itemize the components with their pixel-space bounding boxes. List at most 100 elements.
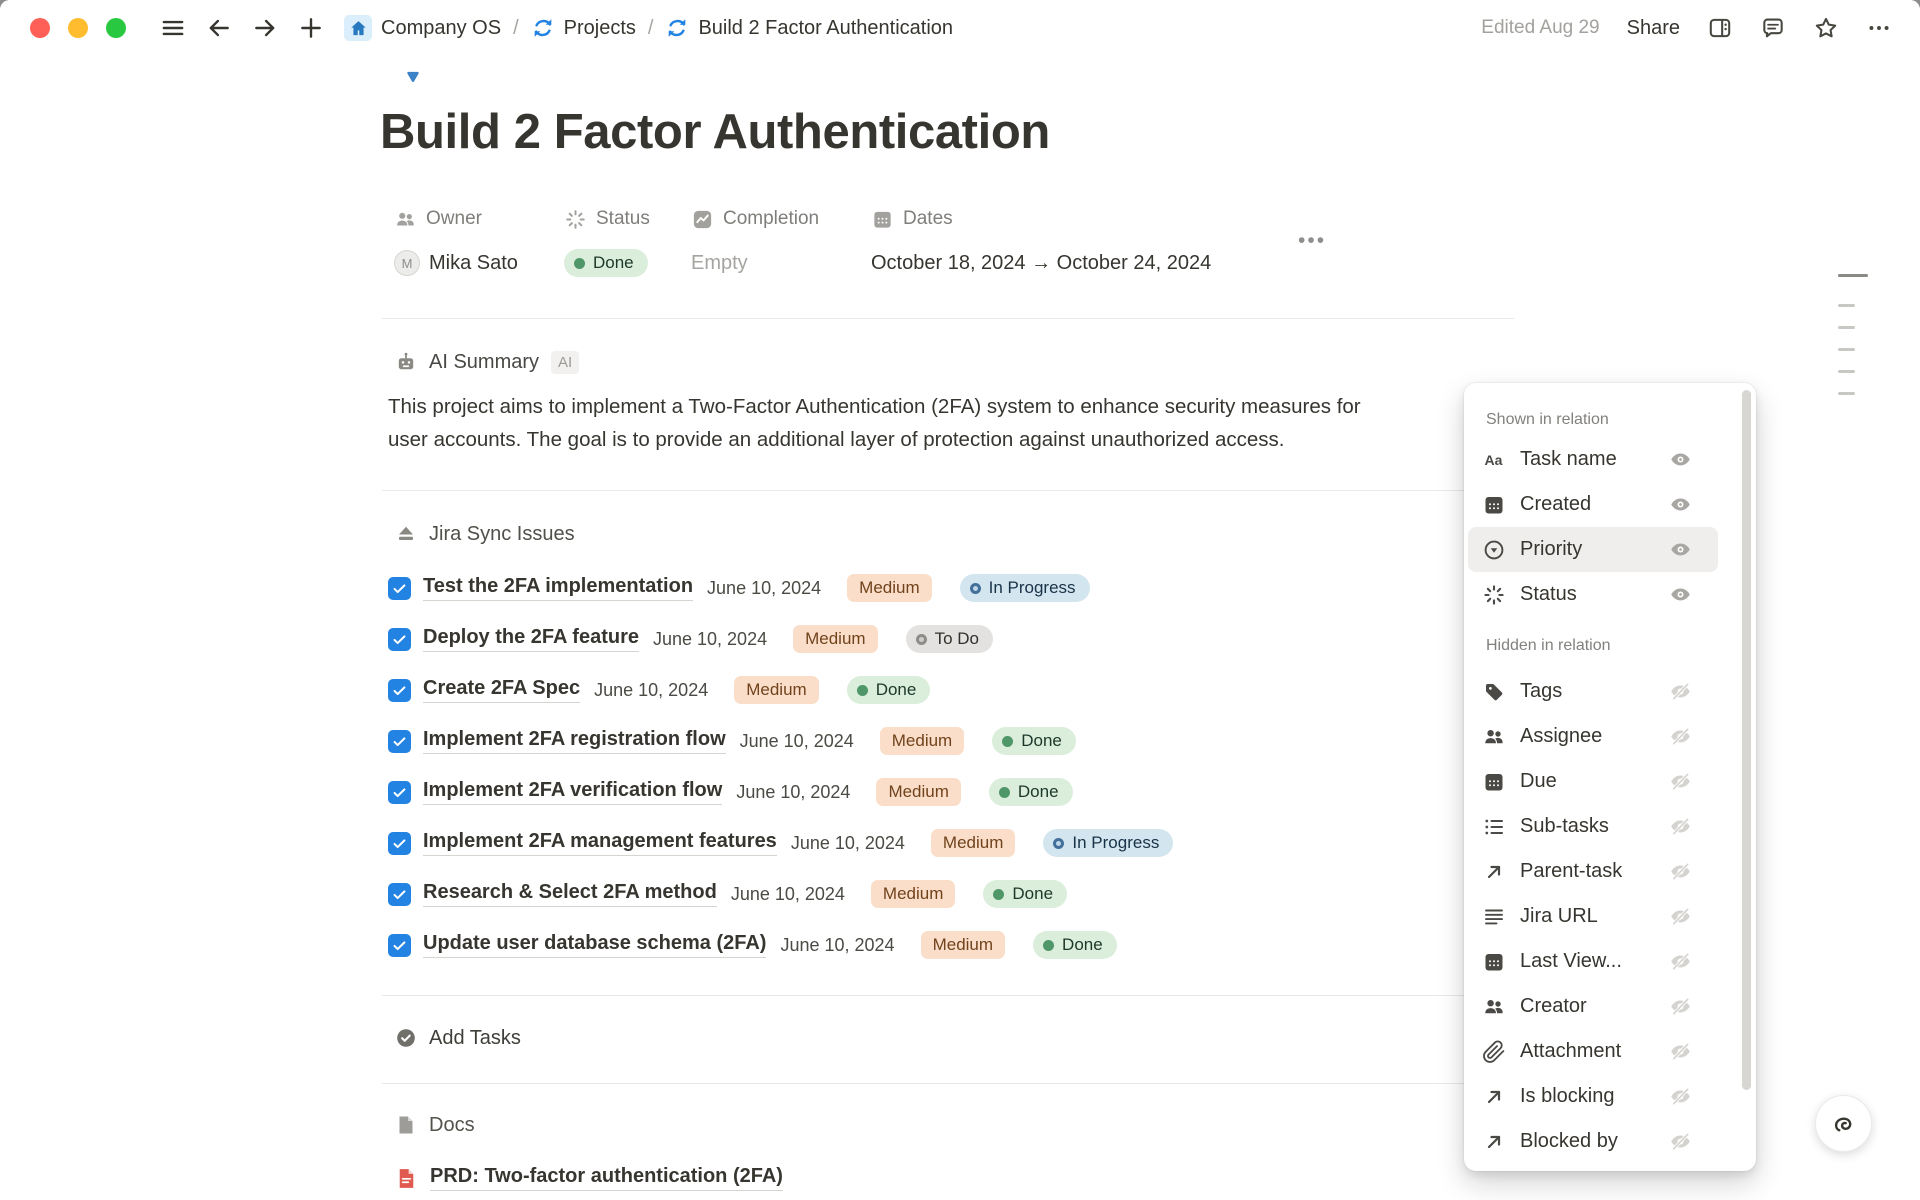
eye-icon[interactable] xyxy=(1669,583,1692,606)
task-date: June 10, 2024 xyxy=(740,731,854,752)
calendar-icon xyxy=(871,208,894,231)
eye-off-icon[interactable] xyxy=(1669,1085,1692,1108)
property-menu-item[interactable]: Is blocking xyxy=(1468,1074,1718,1119)
property-dates[interactable]: Dates xyxy=(871,205,1211,233)
property-owner-value[interactable]: MMika Sato xyxy=(394,246,564,280)
task-name-link[interactable]: Implement 2FA registration flow xyxy=(423,728,726,754)
task-name-link[interactable]: Implement 2FA management features xyxy=(423,830,777,856)
close-window-button[interactable] xyxy=(30,18,50,38)
back-button[interactable] xyxy=(206,15,232,41)
side-panel-icon[interactable] xyxy=(1707,15,1733,41)
property-menu-item[interactable]: Creator xyxy=(1468,984,1718,1029)
property-menu-item[interactable]: Assignee xyxy=(1468,714,1718,759)
eye-off-icon[interactable] xyxy=(1669,770,1692,793)
eye-off-icon[interactable] xyxy=(1669,950,1692,973)
sidebar-menu-button[interactable] xyxy=(160,15,186,41)
breadcrumb-label: Build 2 Factor Authentication xyxy=(698,17,953,40)
eject-icon xyxy=(394,522,418,546)
property-menu-label: Tags xyxy=(1520,680,1669,703)
property-menu-item[interactable]: Priority xyxy=(1468,527,1718,572)
minimize-window-button[interactable] xyxy=(68,18,88,38)
eye-off-icon[interactable] xyxy=(1669,1130,1692,1153)
eye-icon[interactable] xyxy=(1669,538,1692,561)
property-dates-value[interactable]: October 18, 2024 → October 24, 2024 xyxy=(871,246,1211,280)
share-button[interactable]: Share xyxy=(1627,17,1680,40)
property-menu-label: Jira URL xyxy=(1520,905,1669,928)
status-dot xyxy=(857,685,868,696)
task-name-link[interactable]: Implement 2FA verification flow xyxy=(423,779,722,805)
forward-button[interactable] xyxy=(252,15,278,41)
page-title: Build 2 Factor Authentication xyxy=(380,104,1050,160)
property-menu-item[interactable]: Parent-task xyxy=(1468,849,1718,894)
property-menu-item[interactable]: Task name xyxy=(1468,437,1718,482)
property-menu-item[interactable]: Tags xyxy=(1468,669,1718,714)
property-owner[interactable]: Owner xyxy=(394,205,564,233)
popover-scrollbar[interactable] xyxy=(1742,390,1751,1090)
task-checkbox[interactable] xyxy=(388,577,411,600)
task-date: June 10, 2024 xyxy=(791,833,905,854)
task-name-link[interactable]: Create 2FA Spec xyxy=(423,677,580,703)
divider xyxy=(382,318,1514,319)
status-dot xyxy=(993,889,1004,900)
task-row: Implement 2FA management features June 1… xyxy=(388,829,1514,857)
eye-off-icon[interactable] xyxy=(1669,860,1692,883)
property-menu-item[interactable]: Jira URL xyxy=(1468,894,1718,939)
new-page-button[interactable] xyxy=(298,15,324,41)
doc-link[interactable]: PRD: Two-factor authentication (2FA) xyxy=(430,1165,783,1191)
properties-more-button[interactable]: ••• xyxy=(1298,228,1326,254)
property-menu-label: Blocked by xyxy=(1520,1130,1669,1153)
property-menu-item[interactable]: Due xyxy=(1468,759,1718,804)
task-name-link[interactable]: Update user database schema (2FA) xyxy=(423,932,766,958)
add-tasks-button[interactable]: Add Tasks xyxy=(394,1022,521,1054)
check-circle-icon xyxy=(394,1026,418,1050)
eye-off-icon[interactable] xyxy=(1669,725,1692,748)
task-name-link[interactable]: Deploy the 2FA feature xyxy=(423,626,639,652)
eye-off-icon[interactable] xyxy=(1669,995,1692,1018)
chart-icon xyxy=(691,208,714,231)
favorite-star-icon[interactable] xyxy=(1813,15,1839,41)
status-dot xyxy=(574,258,585,269)
page-outline-indicator[interactable] xyxy=(1838,274,1868,414)
check-icon xyxy=(391,835,408,852)
task-name-link[interactable]: Research & Select 2FA method xyxy=(423,881,717,907)
property-status-value[interactable]: Done xyxy=(564,246,691,280)
page-icon xyxy=(394,1113,418,1137)
breadcrumb-label: Projects xyxy=(564,17,636,40)
task-checkbox[interactable] xyxy=(388,934,411,957)
sync-icon xyxy=(665,16,689,40)
property-menu-item[interactable]: Attachment xyxy=(1468,1029,1718,1074)
breadcrumb-separator: / xyxy=(648,17,654,40)
property-menu-item[interactable]: Sub-tasks xyxy=(1468,804,1718,849)
eye-icon[interactable] xyxy=(1669,493,1692,516)
ai-assistant-button[interactable] xyxy=(1815,1095,1872,1152)
comments-icon[interactable] xyxy=(1760,15,1786,41)
property-menu-item[interactable]: Last View... xyxy=(1468,939,1718,984)
property-menu-item[interactable] xyxy=(1468,1164,1718,1171)
property-menu-item[interactable]: Created xyxy=(1468,482,1718,527)
task-name-link[interactable]: Test the 2FA implementation xyxy=(423,575,693,601)
eye-off-icon[interactable] xyxy=(1669,815,1692,838)
property-menu-label: Created xyxy=(1520,493,1669,516)
eye-off-icon[interactable] xyxy=(1669,1040,1692,1063)
breadcrumb-item[interactable]: Build 2 Factor Authentication xyxy=(665,16,977,40)
property-menu-item[interactable]: Blocked by xyxy=(1468,1119,1718,1164)
property-completion-value[interactable]: Empty xyxy=(691,246,871,280)
property-status[interactable]: Status xyxy=(564,205,691,233)
eye-off-icon[interactable] xyxy=(1669,905,1692,928)
breadcrumb-item[interactable]: Projects / xyxy=(531,16,666,40)
task-checkbox[interactable] xyxy=(388,730,411,753)
task-checkbox[interactable] xyxy=(388,883,411,906)
eye-off-icon[interactable] xyxy=(1669,680,1692,703)
task-checkbox[interactable] xyxy=(388,679,411,702)
task-checkbox[interactable] xyxy=(388,781,411,804)
task-checkbox[interactable] xyxy=(388,832,411,855)
page-gem-icon xyxy=(404,68,422,86)
task-date: June 10, 2024 xyxy=(707,578,821,599)
breadcrumb-item[interactable]: Company OS / xyxy=(344,15,531,41)
more-options-icon[interactable] xyxy=(1866,15,1892,41)
zoom-window-button[interactable] xyxy=(106,18,126,38)
property-menu-item[interactable]: Status xyxy=(1468,572,1718,617)
property-completion[interactable]: Completion xyxy=(691,205,871,233)
task-checkbox[interactable] xyxy=(388,628,411,651)
eye-icon[interactable] xyxy=(1669,448,1692,471)
